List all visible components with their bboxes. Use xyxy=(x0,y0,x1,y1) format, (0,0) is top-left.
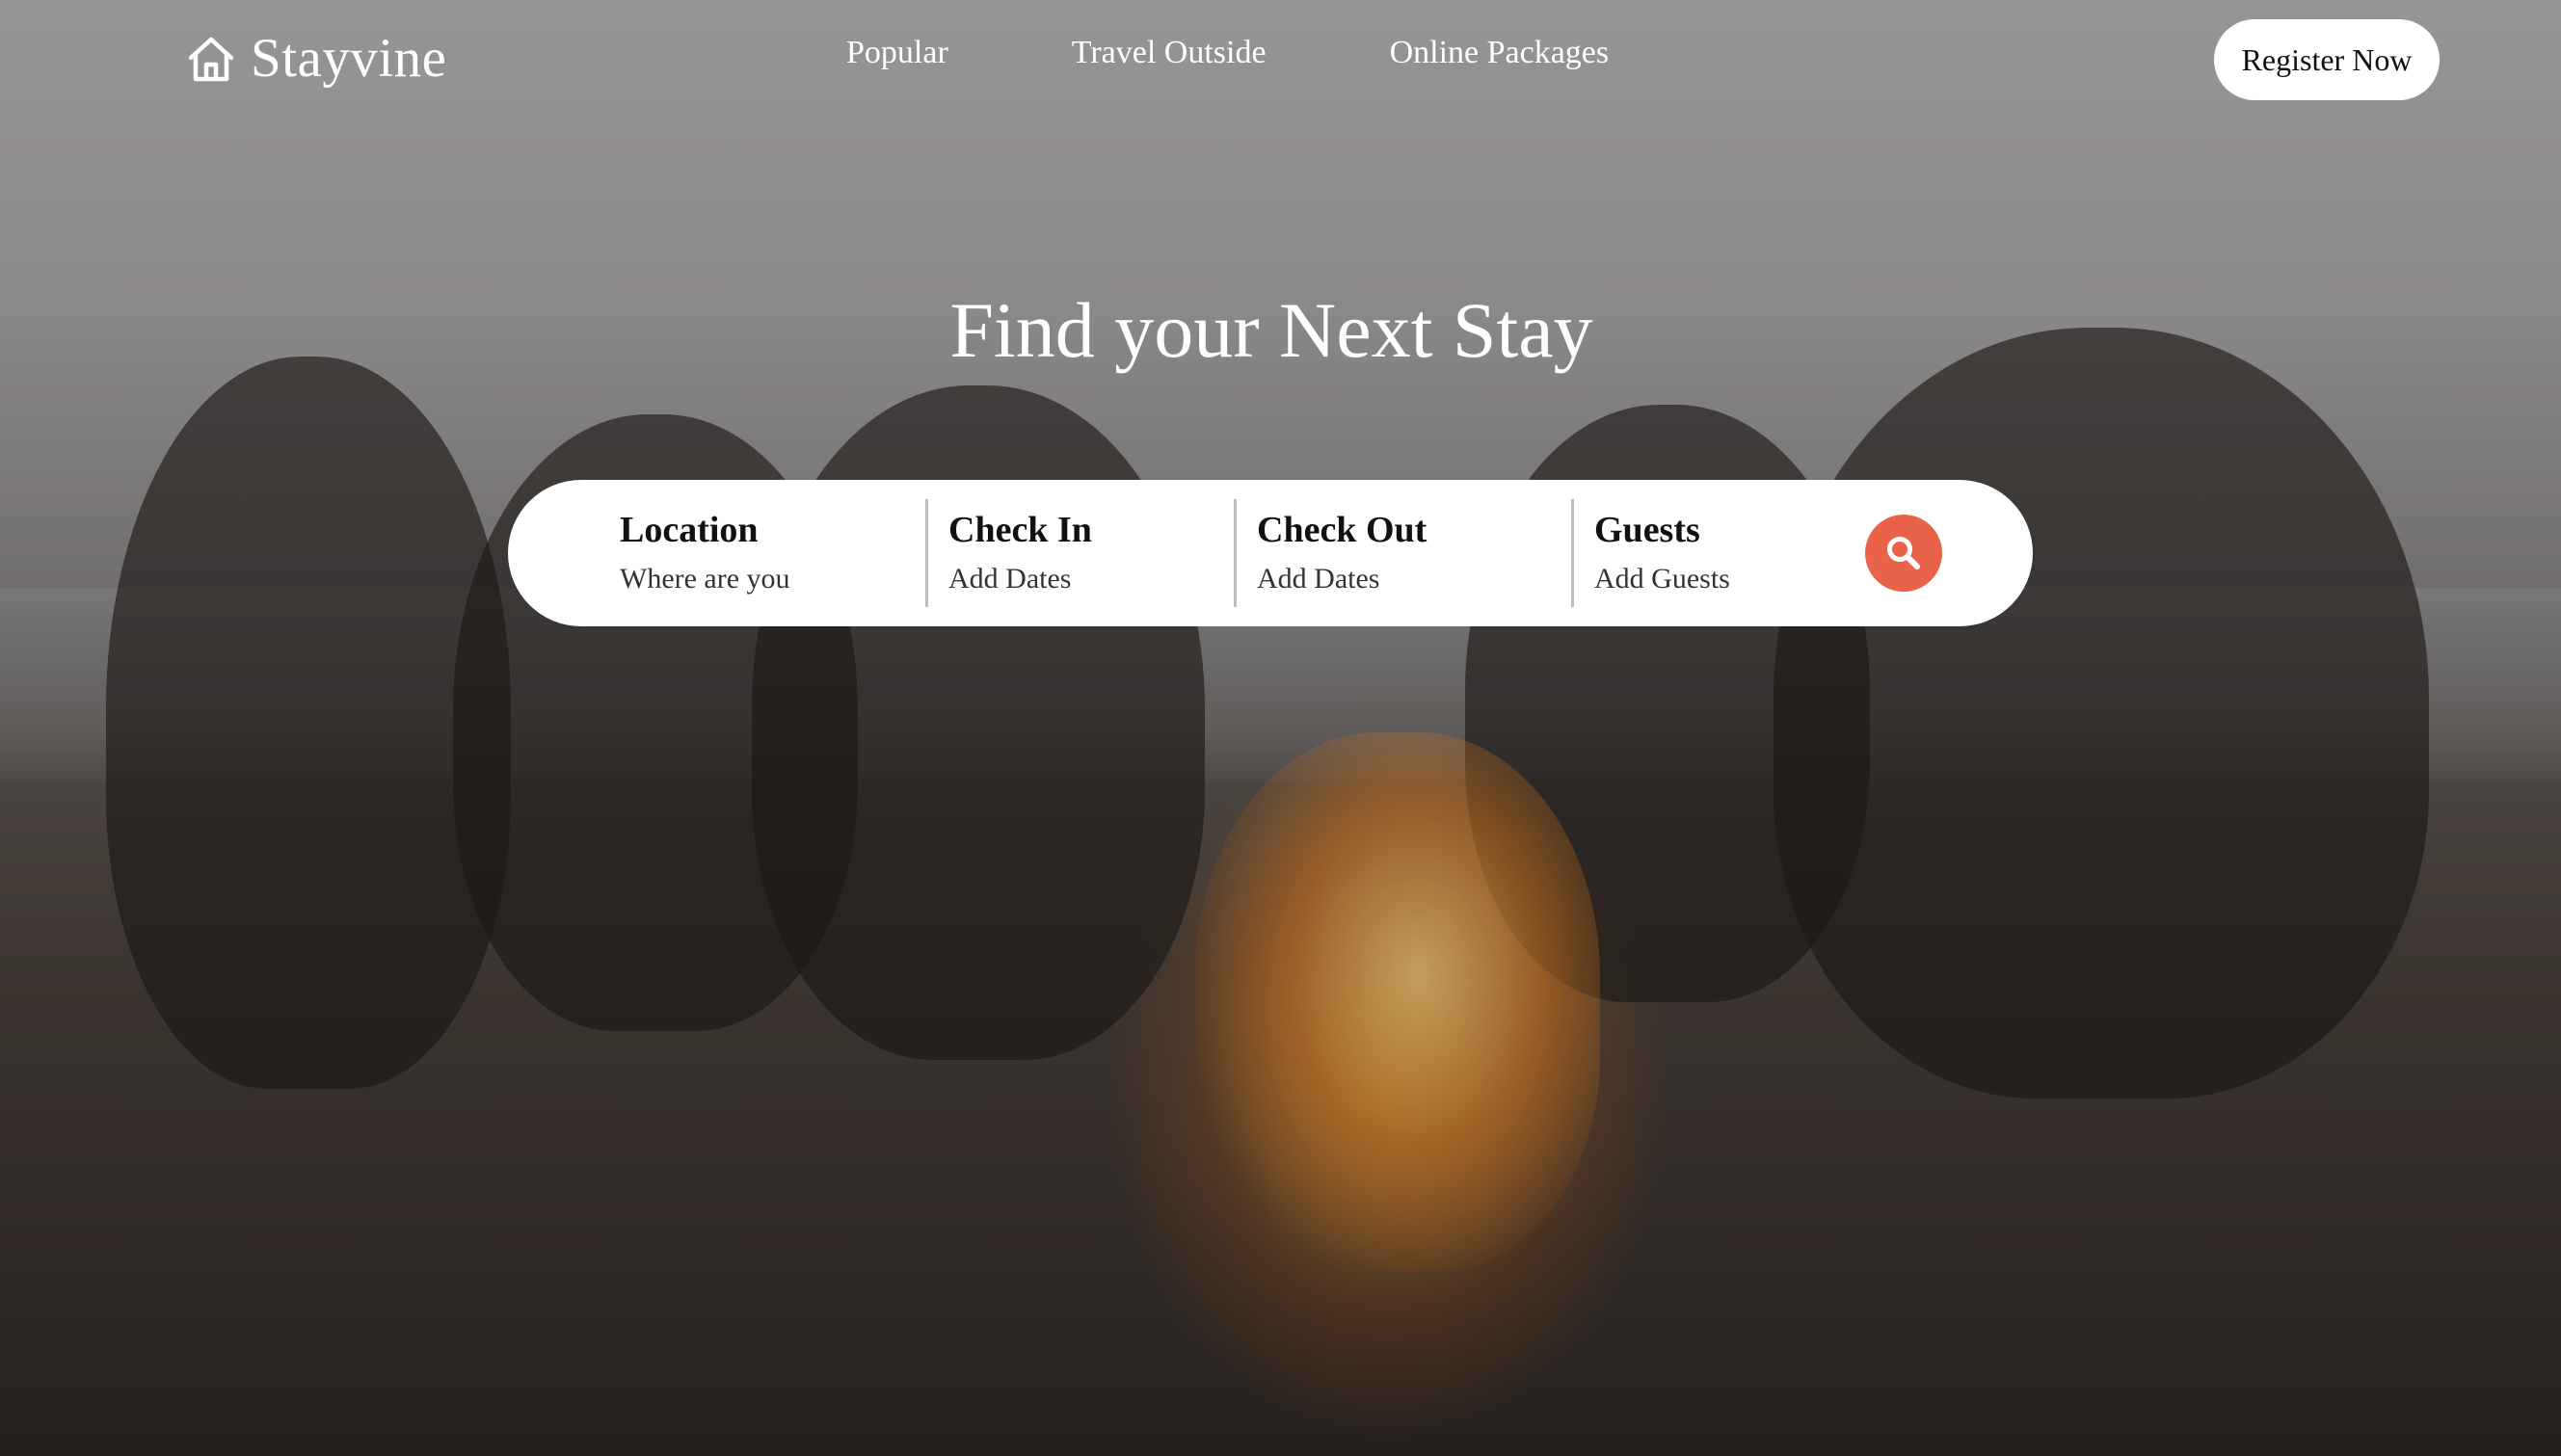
location-field[interactable]: Location Where are you xyxy=(620,509,790,605)
search-bar: Location Where are you Check In Add Date… xyxy=(508,480,2033,626)
hero-title: Find your Next Stay xyxy=(949,286,1593,374)
search-button[interactable] xyxy=(1865,515,1942,592)
location-label: Location xyxy=(620,510,759,550)
nav-link-online-packages[interactable]: Online Packages xyxy=(1390,35,1610,71)
guests-label: Guests xyxy=(1594,510,1700,550)
check-in-label: Check In xyxy=(948,510,1092,550)
hero-background-image xyxy=(0,0,2561,1456)
divider xyxy=(1234,499,1237,607)
brand-logo[interactable]: Stayvine xyxy=(185,27,446,90)
nav-link-popular[interactable]: Popular xyxy=(846,35,948,71)
brand-name: Stayvine xyxy=(251,28,447,89)
check-out-field[interactable]: Check Out Add Dates xyxy=(1257,509,1427,605)
divider xyxy=(925,499,928,607)
nav-links: Popular Travel Outside Online Packages xyxy=(846,35,1609,71)
check-out-placeholder: Add Dates xyxy=(1257,563,1380,595)
check-in-field[interactable]: Check In Add Dates xyxy=(948,509,1092,605)
register-now-button[interactable]: Register Now xyxy=(2214,19,2440,100)
top-navbar: Stayvine Popular Travel Outside Online P… xyxy=(0,0,2561,120)
nav-link-travel-outside[interactable]: Travel Outside xyxy=(1072,35,1267,71)
search-icon xyxy=(1887,537,1920,569)
divider xyxy=(1571,499,1574,607)
home-icon xyxy=(188,37,234,81)
check-in-placeholder: Add Dates xyxy=(948,563,1072,595)
overlay-shade xyxy=(0,0,2561,1456)
guests-field[interactable]: Guests Add Guests xyxy=(1594,509,1730,605)
location-placeholder: Where are you xyxy=(620,563,790,595)
check-out-label: Check Out xyxy=(1257,510,1427,550)
guests-placeholder: Add Guests xyxy=(1594,563,1730,595)
